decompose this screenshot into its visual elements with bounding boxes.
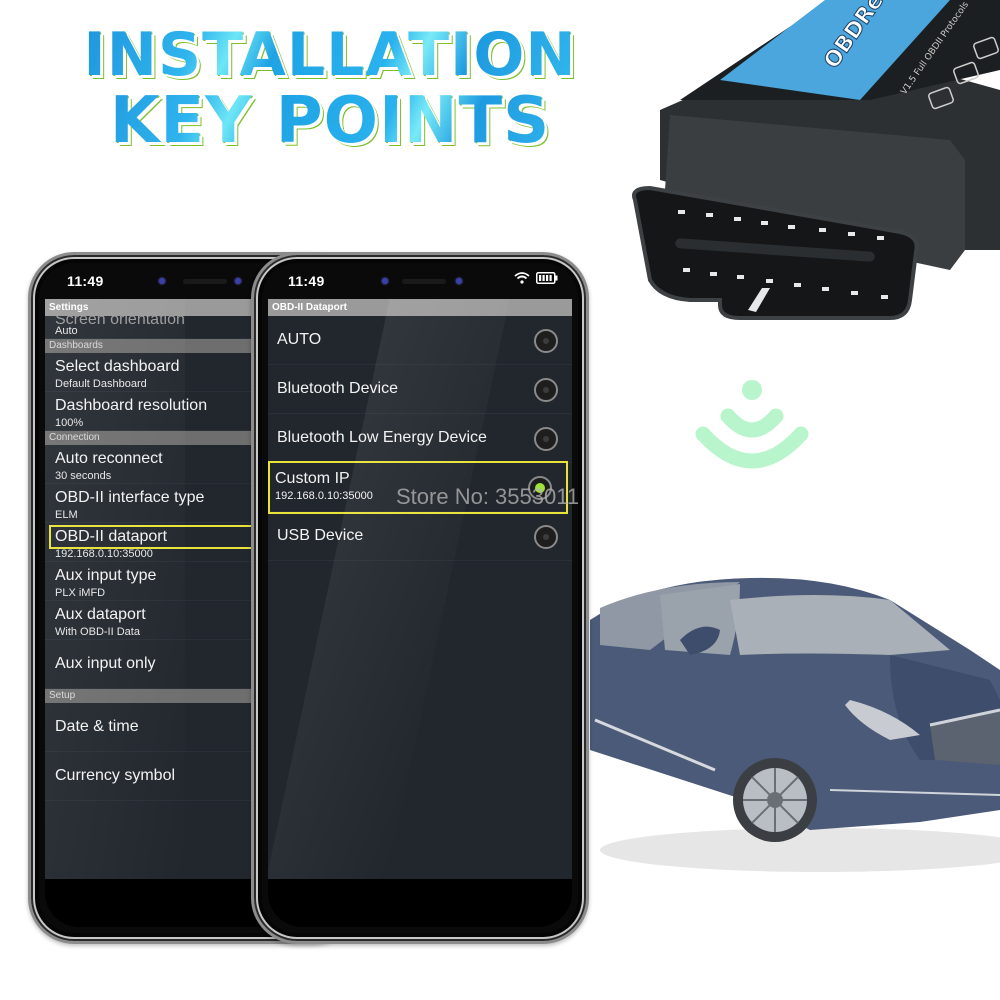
store-watermark: Store No: 3553011 — [396, 484, 580, 509]
option-label: Bluetooth Device — [277, 380, 398, 397]
battery-icon — [536, 272, 558, 284]
screen-bottom-bezel — [268, 879, 572, 927]
obd-adapter-image: OBDResource V1.5 Full OBDII Protocols — [632, 0, 1000, 320]
option-label: USB Device — [277, 527, 364, 544]
headline-line-2: KEY POINTS — [60, 88, 600, 154]
dataport-option[interactable]: USB Device — [268, 512, 572, 561]
status-time: 11:49 — [67, 273, 104, 289]
headline: INSTALLATION KEY POINTS — [60, 22, 600, 154]
option-label: Bluetooth Low Energy Device — [277, 429, 487, 446]
front-camera-icon — [159, 278, 165, 284]
dataport-option[interactable]: Bluetooth Device — [268, 365, 572, 414]
wifi-icon — [514, 272, 530, 284]
front-camera-icon — [382, 278, 388, 284]
dataport-options-list: AUTO Bluetooth Device Bluetooth Low Energy… — [268, 316, 572, 561]
radio-unselected-icon[interactable] — [534, 525, 558, 549]
status-bar: 11:49 — [254, 255, 586, 299]
dataport-screen: OBD-II Dataport AUTO Bluetooth Device Blue… — [268, 299, 572, 879]
phone-dataport: 11:49 OBD-II Dataport AUTO Bluetooth Devi… — [251, 252, 589, 944]
radio-unselected-icon[interactable] — [534, 329, 558, 353]
headline-line-1: INSTALLATION — [60, 22, 600, 88]
status-time: 11:49 — [288, 273, 325, 289]
sensor-icon — [456, 278, 462, 284]
car-image — [590, 577, 1000, 872]
option-label: AUTO — [277, 331, 322, 348]
radio-unselected-icon[interactable] — [534, 427, 558, 451]
wireless-signal-icon — [695, 380, 809, 469]
dataport-option[interactable]: Bluetooth Low Energy Device — [268, 414, 572, 463]
dataport-app-bar: OBD-II Dataport — [268, 299, 572, 316]
speaker-grille — [183, 279, 227, 284]
speaker-grille — [402, 279, 446, 284]
dataport-option[interactable]: AUTO — [268, 316, 572, 365]
radio-unselected-icon[interactable] — [534, 378, 558, 402]
sensor-icon — [235, 278, 241, 284]
